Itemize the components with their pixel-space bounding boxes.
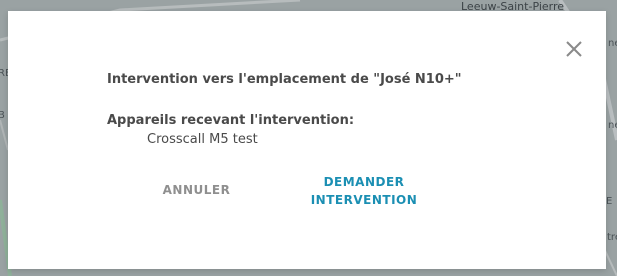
map-label: B xyxy=(0,110,5,121)
close-icon xyxy=(566,41,582,57)
dialog-title: Intervention vers l'emplacement de "José… xyxy=(107,72,462,87)
cancel-button-label: ANNULER xyxy=(162,183,231,197)
map-label: tre xyxy=(607,232,617,243)
map-label: E xyxy=(606,196,613,207)
request-button-label-line1: DEMANDER xyxy=(323,175,405,189)
cancel-button[interactable]: ANNULER xyxy=(154,181,239,199)
devices-heading: Appareils recevant l'intervention: xyxy=(107,113,355,128)
map-label: ne xyxy=(608,120,617,131)
close-button[interactable] xyxy=(564,39,584,59)
device-list-item: Crosscall M5 test xyxy=(147,132,258,147)
request-intervention-button[interactable]: DEMANDER INTERVENTION xyxy=(303,173,425,209)
map-label: ne xyxy=(608,38,617,49)
request-button-label-line2: INTERVENTION xyxy=(310,193,418,207)
intervention-dialog: Intervention vers l'emplacement de "José… xyxy=(8,11,606,269)
